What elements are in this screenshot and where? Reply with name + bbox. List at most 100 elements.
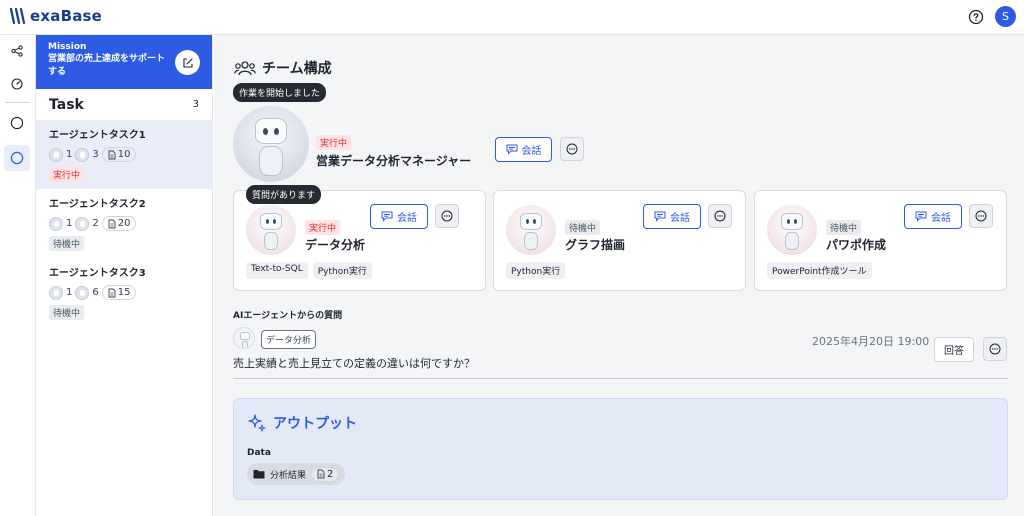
more-icon [441,210,453,222]
robot-illustration [779,211,805,255]
chat-icon [915,211,927,222]
question-agent-chip: データ分析 [261,330,317,349]
manager-more-button[interactable] [560,137,584,161]
agent-count: 3 [92,149,99,160]
robot-illustration [239,331,251,348]
agent-more-button[interactable] [969,204,993,228]
status-badge: 実行中 [305,220,341,235]
document-count-chip: 15 [101,285,137,300]
chat-label: 会話 [931,213,951,224]
folder-icon [253,470,265,479]
manager-chat-button[interactable]: 会話 [495,137,552,162]
task-panel: Mission 営業部の売上達成をサポートする Task 3 エージェントタスク… [36,35,213,516]
document-count-chip: 20 [101,216,137,231]
agent-avatar [75,147,90,162]
document-icon [108,288,116,297]
more-icon [989,343,1001,355]
agent-avatar [75,285,90,300]
status-badge: 待機中 [826,220,862,235]
dashboard-icon [11,78,23,90]
status-badge: 待機中 [49,305,85,320]
help-icon[interactable] [968,9,984,25]
agent-count: 1 [66,149,73,160]
rail-dashboard-button[interactable] [6,73,28,95]
chat-label: 会話 [397,213,417,224]
top-bar: exaBase S [0,0,1024,35]
team-icon [234,61,256,76]
agent-chat-button[interactable]: 会話 [643,204,701,229]
app-name: exaBase [30,7,103,25]
main-content: チーム構成 実行中 営業データ分析マネージャー 作業を開始しました 会話 実行中… [214,35,1024,516]
agent-avatar[interactable] [767,205,817,255]
chat-icon [506,144,517,155]
logo-icon [10,7,26,25]
output-title: アウトプット [247,413,357,433]
agent-more-button[interactable] [708,204,732,228]
agent-avatar [49,147,63,162]
rail-workflow-button[interactable] [6,40,28,62]
document-count: 10 [117,149,131,160]
output-folder-name: 分析結果 [270,470,307,481]
user-avatar[interactable]: S [995,6,1016,27]
task-name: エージェントタスク3 [49,268,146,279]
agent-more-button[interactable] [435,204,459,228]
tool-tags: Python実行 [506,262,566,279]
tool-tag: Python実行 [506,262,566,279]
task-item[interactable]: エージェントタスク2 1 2 20 待機中 [36,189,212,258]
answer-button[interactable]: 回答 [934,337,974,362]
edit-icon [182,57,193,68]
more-icon [714,210,726,222]
agent-count: 1 [66,287,73,298]
task-item[interactable]: エージェントタスク3 1 6 15 待機中 [36,258,212,327]
agent-card: 実行中 データ分析 会話 Text-to-SQL Python実行 [233,190,486,291]
rail-active-button[interactable] [4,145,30,171]
mission-banner: Mission 営業部の売上達成をサポートする [36,35,212,89]
tool-tags: Text-to-SQL Python実行 [246,262,372,279]
agent-avatar[interactable] [246,205,296,255]
document-count-chip: 10 [101,147,137,162]
edit-mission-button[interactable] [175,50,200,75]
task-name: エージェントタスク2 [49,199,146,210]
question-text: 売上実績と売上見立ての定義の違いは何ですか？ [233,357,475,370]
task-item[interactable]: エージェントタスク1 1 3 10 実行中 [36,120,212,189]
icon-rail [0,35,36,516]
robot-illustration [518,211,544,255]
chat-label: 会話 [521,146,542,157]
agent-count: 1 [66,218,73,229]
question-agent-avatar [233,327,255,349]
document-count: 2 [327,468,334,480]
agent-card: 待機中 パワポ作成 会話 PowerPoint作成ツール [754,190,1007,291]
question-timestamp: 2025年4月20日 19:00 [812,335,930,348]
agent-count: 6 [92,287,99,298]
chat-icon [654,211,666,222]
robot-illustration [258,211,284,255]
output-title-text: アウトプット [273,416,357,432]
agent-chat-button[interactable]: 会話 [904,204,962,229]
chat-label: 会話 [670,213,690,224]
task-meta: 1 6 15 [49,285,199,300]
output-folder-chip[interactable]: 分析結果 2 [247,463,346,485]
rail-task-button[interactable] [6,112,28,134]
agent-chat-button[interactable]: 会話 [370,204,428,229]
circle-icon [10,116,24,130]
agent-count: 2 [92,218,99,229]
document-icon [317,469,325,479]
task-header-title: Task [49,96,84,113]
status-badge: 待機中 [49,236,85,251]
question-more-button[interactable] [983,337,1007,361]
task-header: Task 3 [36,89,212,120]
agent-avatar[interactable] [506,205,556,255]
status-badge: 待機中 [565,220,601,235]
mission-title: Mission [48,42,87,52]
agent-name: パワポ作成 [826,238,887,252]
manager-name: 営業データ分析マネージャー [316,154,472,168]
document-icon [108,150,116,159]
task-count: 3 [192,99,199,110]
tool-tag: Python実行 [312,262,372,279]
manager-avatar[interactable] [233,106,309,182]
agent-avatar [75,216,90,231]
question-section-label: AIエージェントからの質問 [233,311,343,321]
more-icon [975,210,987,222]
app-logo[interactable]: exaBase [10,7,102,25]
status-badge: 実行中 [49,167,85,182]
